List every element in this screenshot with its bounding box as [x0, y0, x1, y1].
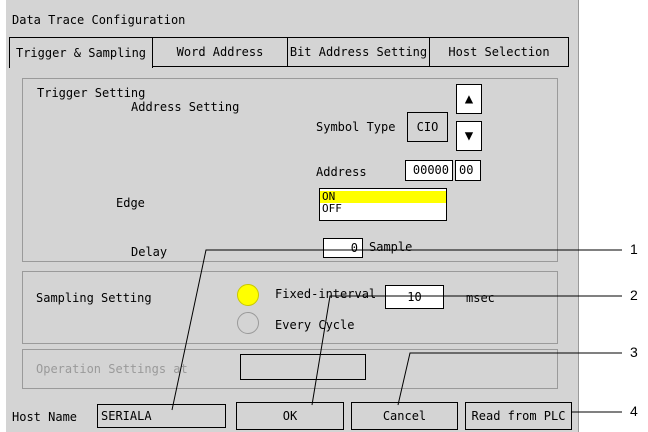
callout-number-4: 4 [630, 403, 638, 419]
callout-number-3: 3 [630, 344, 638, 360]
callout-lines [171, 249, 622, 413]
callout-line-2 [311, 295, 622, 406]
callout-line-1 [171, 249, 622, 411]
callout-number-1: 1 [630, 241, 638, 257]
callout-number-2: 2 [630, 287, 638, 303]
callout-line-3 [397, 352, 622, 406]
